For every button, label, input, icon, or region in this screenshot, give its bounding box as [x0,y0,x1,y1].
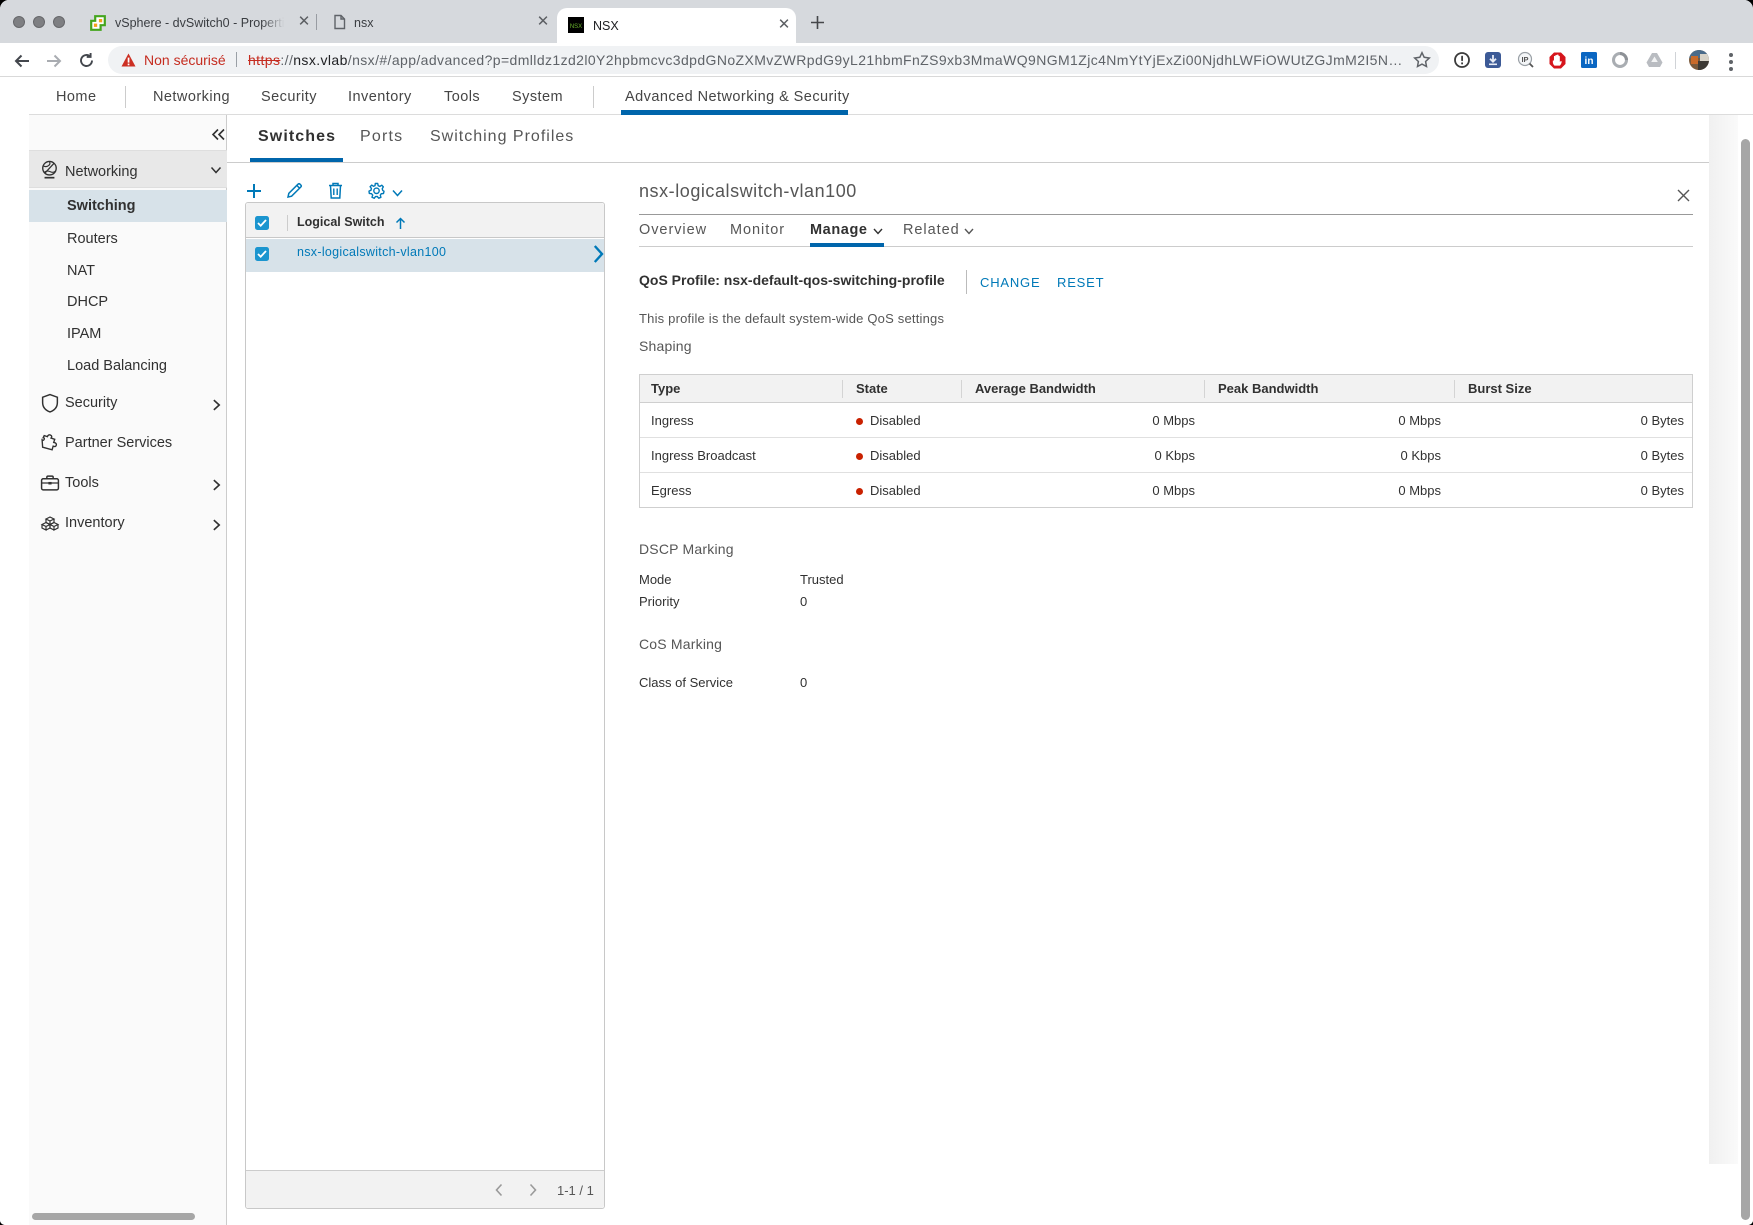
svg-text:NSX: NSX [570,24,582,30]
svg-text:IP: IP [1521,55,1528,64]
svg-text:in: in [1585,56,1594,67]
